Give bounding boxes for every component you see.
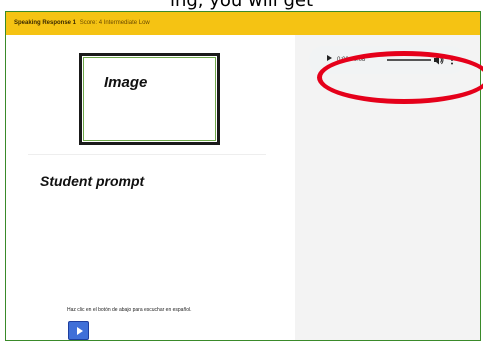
right-panel: 0:00 / 0:08 (295, 35, 483, 340)
student-prompt-label: Student prompt (40, 173, 145, 189)
top-caption: ing, you will get (169, 0, 314, 11)
response-frame: Speaking Response 1 Score: 4 Intermediat… (5, 11, 483, 341)
header-bar: Speaking Response 1 Score: 4 Intermediat… (6, 12, 480, 35)
listen-play-button[interactable] (68, 321, 89, 340)
highlight-ellipse (317, 51, 483, 104)
play-icon[interactable] (327, 55, 332, 61)
play-icon (77, 327, 83, 335)
prompt-image: Image (79, 53, 220, 145)
score-text: Score: 4 Intermediate Low (79, 20, 150, 26)
response-title: Speaking Response 1 (14, 20, 77, 26)
listen-instruction: Haz clic en el botón de abajo para escuc… (67, 307, 192, 313)
left-panel: Image Student prompt Haz clic en el botó… (6, 35, 295, 340)
divider (28, 154, 266, 155)
image-label: Image (104, 74, 148, 91)
